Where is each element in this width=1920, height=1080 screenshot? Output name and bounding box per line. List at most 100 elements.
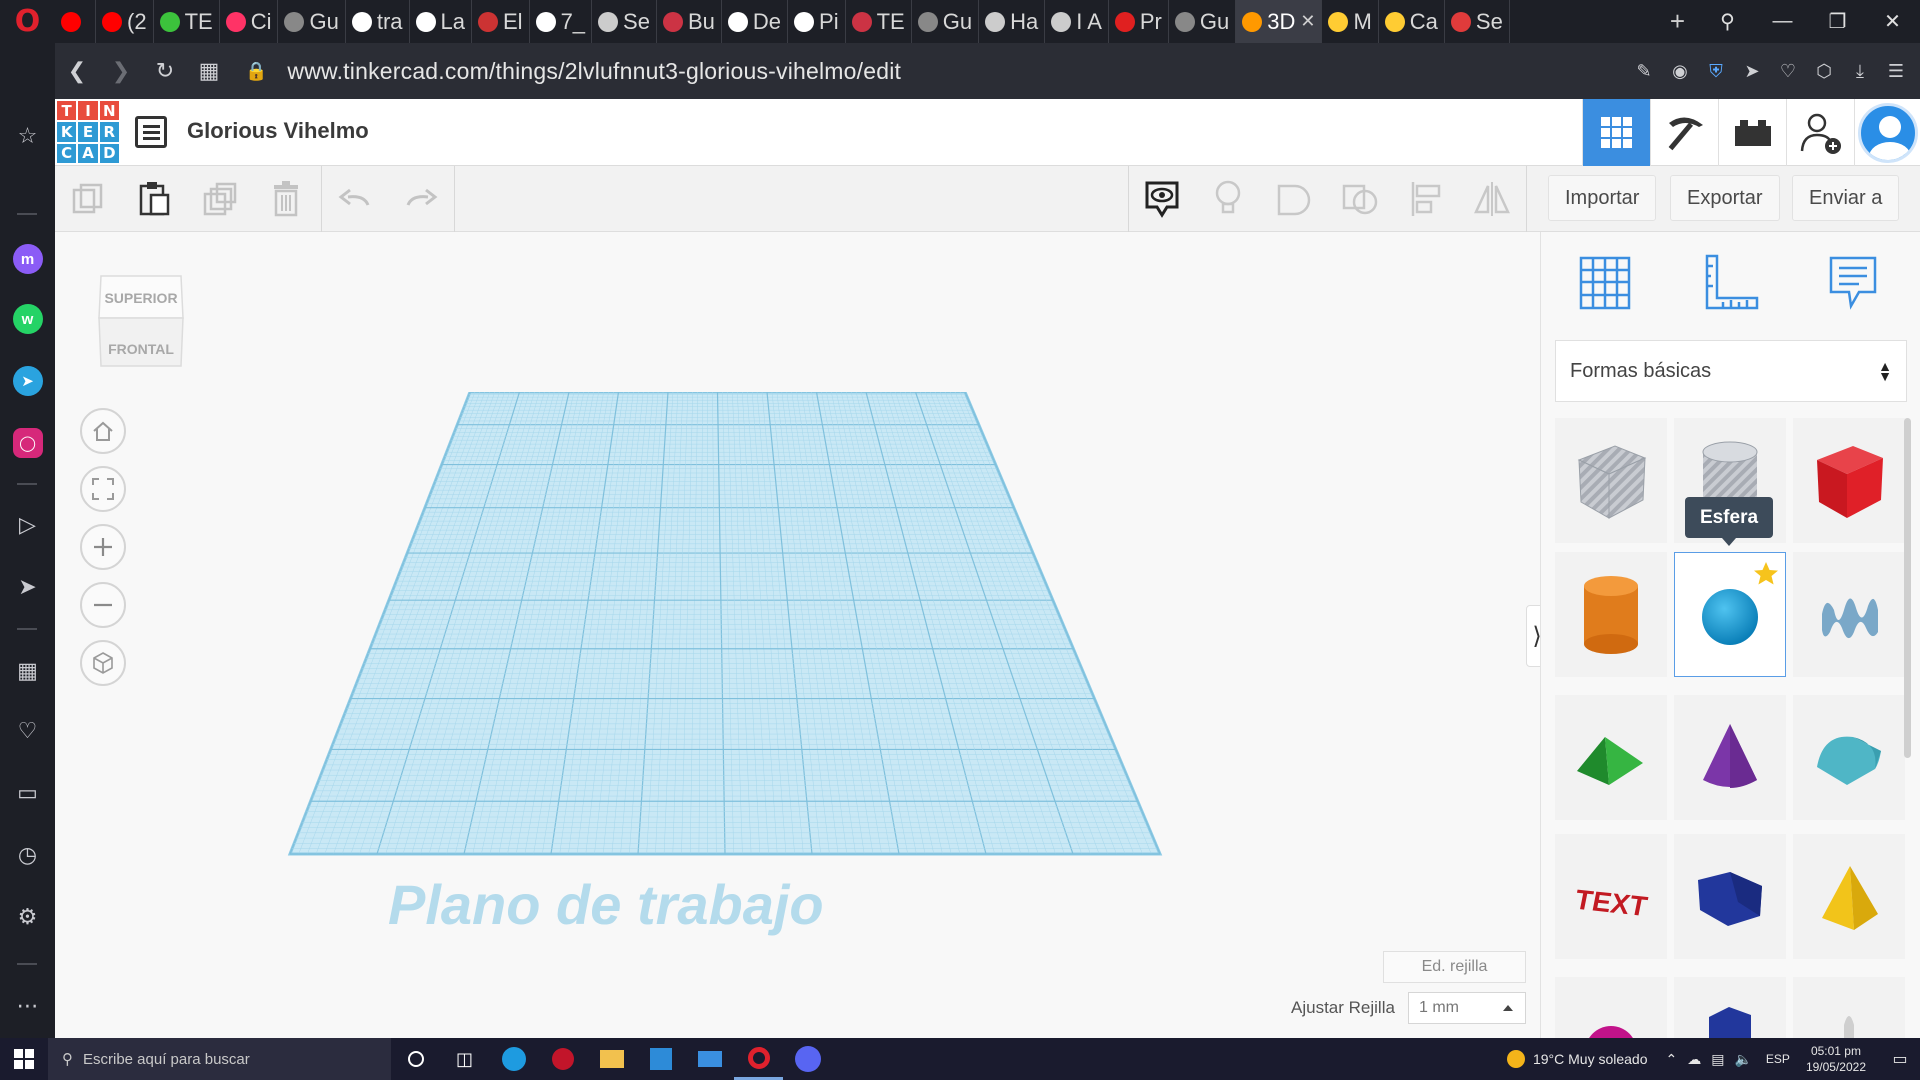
- browser-tab[interactable]: El: [472, 0, 530, 43]
- vpn-shield-icon[interactable]: ⛨: [1698, 61, 1734, 82]
- shape-box[interactable]: [1793, 418, 1905, 543]
- align-button[interactable]: [1393, 166, 1459, 232]
- snap-grid-select[interactable]: 1 mm: [1408, 992, 1526, 1024]
- delete-button[interactable]: [253, 166, 319, 232]
- reload-icon[interactable]: ↻: [143, 58, 187, 84]
- tray-chevron-icon[interactable]: ⌃: [1666, 1051, 1678, 1068]
- opera-logo-icon[interactable]: O: [0, 0, 55, 43]
- shape-roof[interactable]: [1555, 695, 1667, 820]
- snapshot-icon[interactable]: ◉: [1662, 61, 1698, 82]
- browser-tab[interactable]: [55, 0, 96, 43]
- cube-icon[interactable]: ⬡: [1806, 61, 1842, 82]
- shape-text[interactable]: TEXT: [1555, 834, 1667, 959]
- shape-partial-2[interactable]: [1674, 977, 1786, 1038]
- browser-tab[interactable]: tra: [346, 0, 410, 43]
- taskbar-search[interactable]: ⚲ Escribe aquí para buscar: [48, 1038, 391, 1080]
- tray-cloud-icon[interactable]: ☁: [1687, 1051, 1701, 1068]
- cortana-icon[interactable]: [391, 1038, 440, 1080]
- browser-tab[interactable]: Bu: [657, 0, 722, 43]
- easy-setup-icon[interactable]: ✎: [1626, 61, 1662, 82]
- shape-partial-3[interactable]: [1793, 977, 1905, 1038]
- perspective-button[interactable]: [80, 640, 126, 686]
- browser-tab[interactable]: 7_: [530, 0, 593, 43]
- browser-tab[interactable]: Ci: [220, 0, 279, 43]
- viewcube-top-label[interactable]: SUPERIOR: [104, 290, 177, 306]
- instagram-icon[interactable]: ◯: [0, 425, 55, 461]
- weather-text[interactable]: 19°C Muy soleado: [1533, 1051, 1648, 1067]
- browser-tab[interactable]: M: [1322, 0, 1379, 43]
- duplicate-button[interactable]: [187, 166, 253, 232]
- new-tab-icon[interactable]: +: [1655, 6, 1700, 37]
- shape-category-select[interactable]: Formas básicas ▲ ▼: [1555, 340, 1907, 402]
- workspace-canvas[interactable]: SUPERIOR FRONTAL Plano de trabajo Ed. re…: [55, 232, 1540, 1038]
- mail-icon[interactable]: [685, 1038, 734, 1080]
- send-icon[interactable]: ➤: [1734, 61, 1770, 82]
- heart-icon[interactable]: ♡: [1770, 61, 1806, 82]
- bookmarks-star-icon[interactable]: ☆: [0, 118, 55, 154]
- edge-icon[interactable]: [489, 1038, 538, 1080]
- shape-box-hole[interactable]: [1555, 418, 1667, 543]
- store-icon[interactable]: [636, 1038, 685, 1080]
- minimize-icon[interactable]: —: [1755, 10, 1810, 33]
- notes-tool-icon[interactable]: [1821, 250, 1885, 314]
- more-icon[interactable]: ⋯: [0, 988, 55, 1024]
- zoom-out-button[interactable]: [80, 582, 126, 628]
- history-icon[interactable]: ◷: [0, 837, 55, 873]
- ruler-tool-icon[interactable]: [1699, 250, 1763, 314]
- shape-cone[interactable]: [1674, 695, 1786, 820]
- tray-volume-icon[interactable]: 🔈: [1734, 1051, 1751, 1068]
- hints-button[interactable]: [1195, 166, 1261, 232]
- tray-network-icon[interactable]: ▤: [1711, 1051, 1724, 1068]
- browser-tab[interactable]: 3D ✕: [1236, 0, 1323, 43]
- browser-tab[interactable]: Ca: [1379, 0, 1445, 43]
- telegram-icon[interactable]: ➤: [0, 363, 55, 399]
- blocks-view-button[interactable]: [1650, 99, 1718, 166]
- group-button[interactable]: [1261, 166, 1327, 232]
- fit-view-button[interactable]: [80, 466, 126, 512]
- import-button[interactable]: Importar: [1548, 175, 1657, 221]
- export-button[interactable]: Exportar: [1670, 175, 1780, 221]
- task-view-icon[interactable]: ◫: [440, 1038, 489, 1080]
- discord-icon[interactable]: [783, 1038, 832, 1080]
- browser-tab[interactable]: Se: [592, 0, 657, 43]
- viewcube-front-label[interactable]: FRONTAL: [108, 341, 174, 357]
- send-to-button[interactable]: Enviar a: [1792, 175, 1900, 221]
- browser-tab[interactable]: TE: [154, 0, 220, 43]
- workspaces-icon[interactable]: ▦: [0, 653, 55, 689]
- notes-visibility-button[interactable]: [1129, 166, 1195, 232]
- close-window-icon[interactable]: ✕: [1865, 9, 1920, 34]
- browser-tab[interactable]: Ha: [979, 0, 1046, 43]
- tab-close-icon[interactable]: ✕: [1300, 11, 1315, 32]
- browser-tab[interactable]: La: [410, 0, 472, 43]
- browser-tab[interactable]: Pi: [788, 0, 846, 43]
- maximize-icon[interactable]: ❐: [1810, 9, 1865, 34]
- browser-tab[interactable]: Gu: [1169, 0, 1237, 43]
- forward-icon[interactable]: ❯: [99, 58, 143, 84]
- file-explorer-icon[interactable]: [587, 1038, 636, 1080]
- shape-pyramid[interactable]: [1793, 834, 1905, 959]
- opera-taskbar-icon[interactable]: [734, 1038, 783, 1080]
- browser-tab[interactable]: TE: [846, 0, 912, 43]
- ungroup-button[interactable]: [1327, 166, 1393, 232]
- browser-tab[interactable]: (2: [96, 0, 154, 43]
- zoom-in-button[interactable]: [80, 524, 126, 570]
- design-title[interactable]: Glorious Vihelmo: [187, 118, 369, 144]
- panel-scrollbar[interactable]: [1904, 418, 1911, 758]
- undo-button[interactable]: [322, 166, 388, 232]
- settings-gear-icon[interactable]: ⚙: [0, 899, 55, 935]
- back-icon[interactable]: ❮: [55, 58, 99, 84]
- language-indicator[interactable]: ESP: [1766, 1052, 1790, 1066]
- browser-tab[interactable]: I A: [1045, 0, 1109, 43]
- search-tabs-icon[interactable]: ⚲: [1700, 9, 1755, 34]
- mirror-button[interactable]: [1459, 166, 1525, 232]
- start-button[interactable]: [0, 1049, 48, 1069]
- 3d-design-view-button[interactable]: [1582, 99, 1650, 166]
- shape-partial-1[interactable]: [1555, 977, 1667, 1038]
- url-field[interactable]: www.tinkercad.com/things/2lvlufnnut3-glo…: [287, 58, 1626, 85]
- paste-button[interactable]: [121, 166, 187, 232]
- notifications-icon[interactable]: ▭: [1880, 1049, 1920, 1069]
- view-cube[interactable]: SUPERIOR FRONTAL: [95, 262, 187, 374]
- whatsapp-icon[interactable]: w: [0, 301, 55, 337]
- shape-scribble[interactable]: [1793, 552, 1905, 677]
- lock-icon[interactable]: 🔒: [245, 61, 267, 82]
